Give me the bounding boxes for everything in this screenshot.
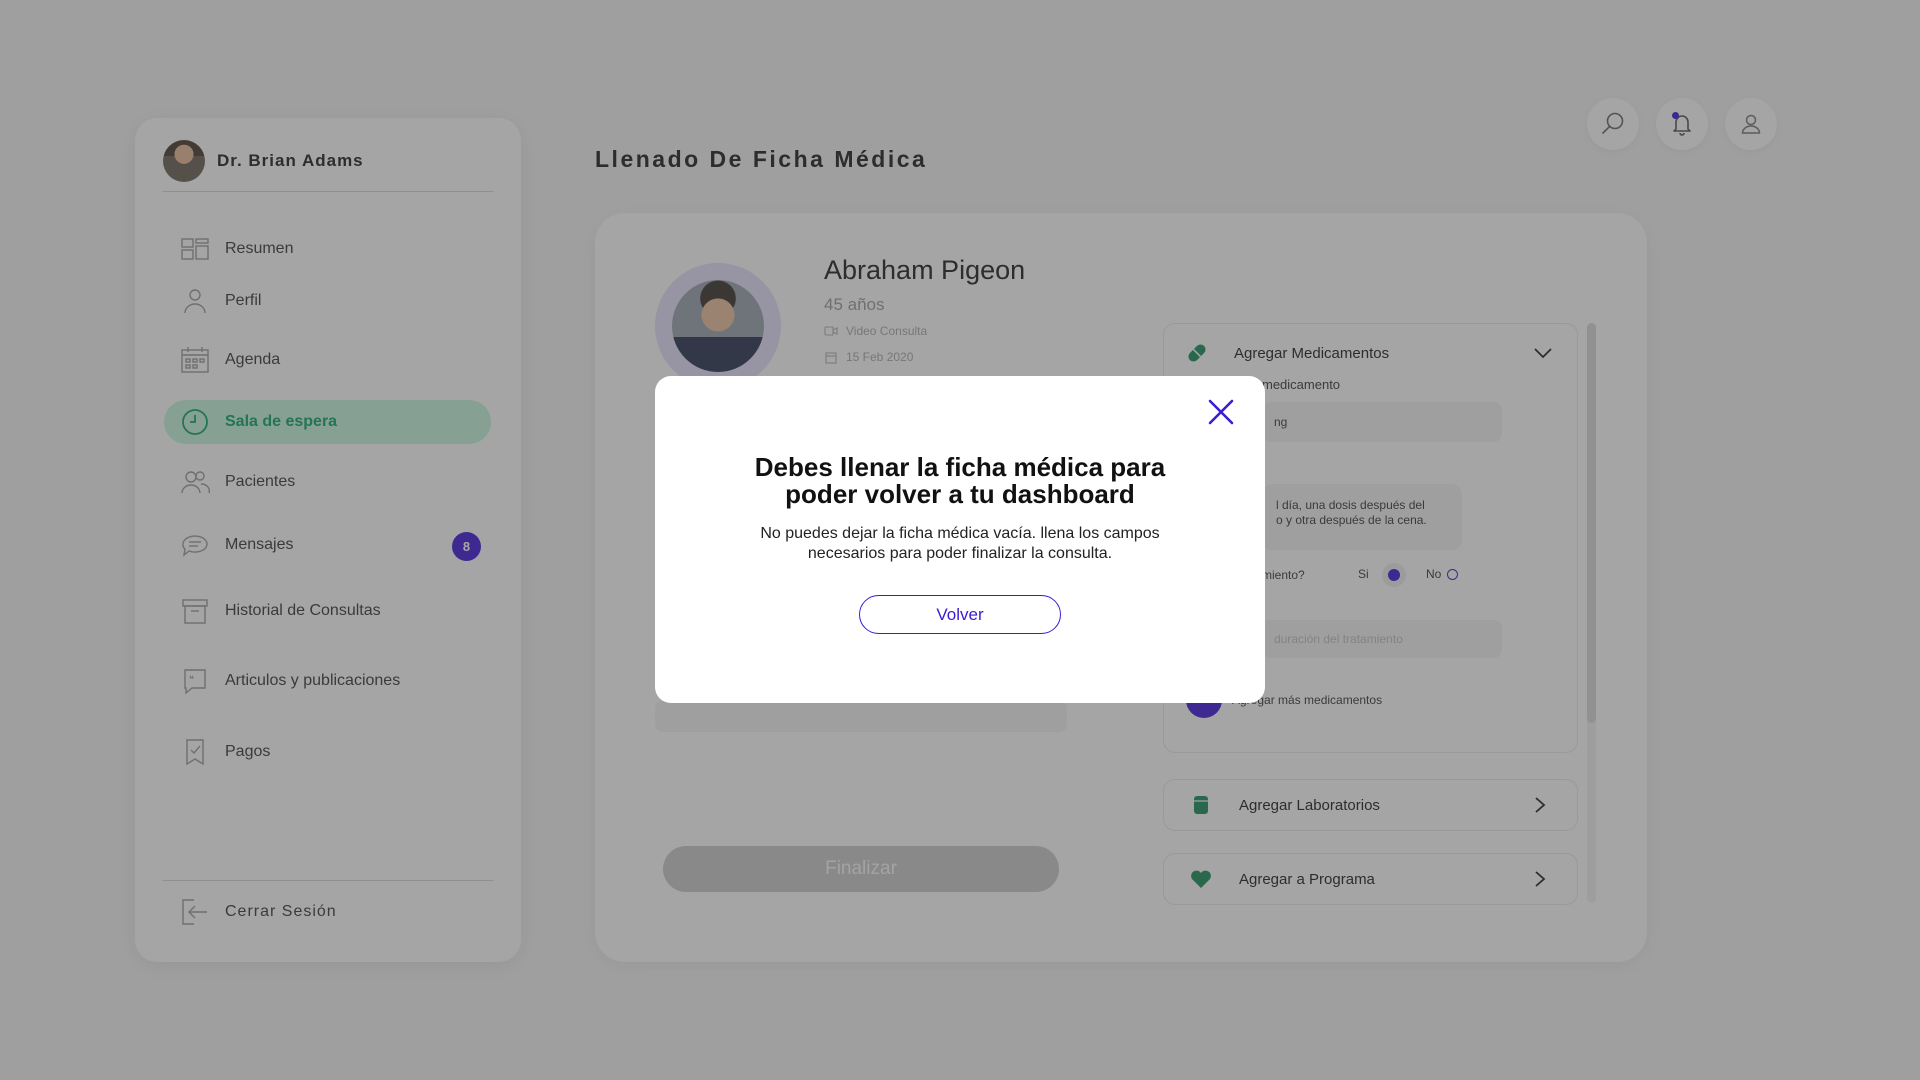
modal-message-line: No puedes dejar la ficha médica vacía. l… [760,525,1160,542]
close-icon[interactable] [1207,398,1235,426]
volver-button[interactable]: Volver [859,595,1061,634]
modal-title: Debes llenar la ficha médica para poder … [655,454,1265,508]
modal-message: No puedes dejar la ficha médica vacía. l… [735,524,1185,564]
modal-message-line: necesarios para poder finalizar la consu… [807,545,1113,562]
modal-title-line: poder volver a tu dashboard [785,479,1135,509]
modal-title-line: Debes llenar la ficha médica para [754,452,1166,482]
warning-modal: Debes llenar la ficha médica para poder … [655,376,1265,703]
